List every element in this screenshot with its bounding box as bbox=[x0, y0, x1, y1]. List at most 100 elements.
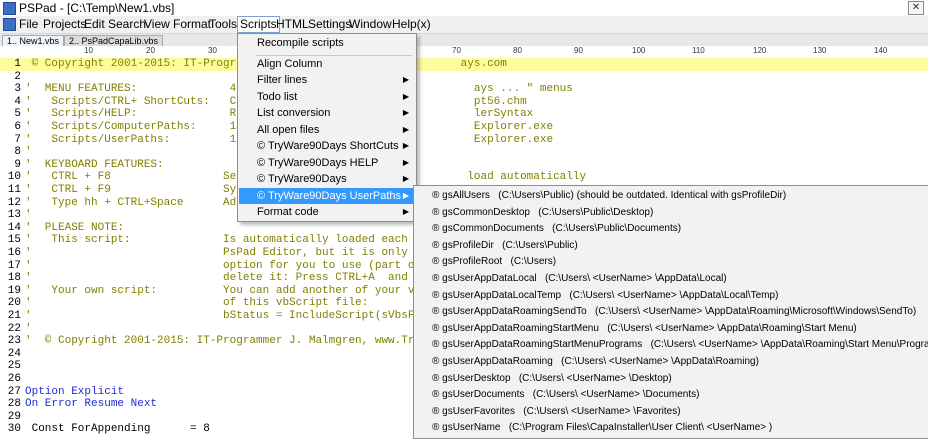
line-number: 16 bbox=[7, 247, 21, 259]
line-number: 13 bbox=[7, 209, 21, 222]
menu-item-label: Format code bbox=[257, 206, 319, 218]
line-number: 3 bbox=[14, 83, 21, 96]
line-number: 15 bbox=[7, 234, 21, 247]
menu-item-all-open-files[interactable]: All open files ▶ bbox=[239, 122, 415, 138]
ruler-mark: 110 bbox=[692, 46, 705, 55]
code-text: ' Your own script: You can add another o… bbox=[25, 284, 435, 297]
code-line[interactable]: 2 bbox=[0, 71, 928, 84]
code-line[interactable]: 3' MENU FEATURES: 4 di ays ... " menus bbox=[0, 83, 928, 96]
menu-item-label: List conversion bbox=[257, 107, 331, 119]
line-number: 23 bbox=[7, 335, 21, 348]
line-number: 17 bbox=[7, 259, 21, 272]
line-number: 22 bbox=[7, 322, 21, 335]
ruler-mark: 120 bbox=[753, 46, 767, 55]
code-line[interactable]: 9 ' KEYBOARD FEATURES: bbox=[0, 159, 928, 172]
menu-item-todo-list[interactable]: Todo list ▶ bbox=[239, 89, 415, 105]
userpath-menu-item[interactable]: ® gsUserAppDataRoamingStartMenuPrograms … bbox=[432, 337, 928, 353]
userpath-menu-item[interactable]: ® gsUserAppDataRoaming (C:\Users\ <UserN… bbox=[432, 354, 759, 370]
userpath-menu-item[interactable]: ® gsAllUsers (C:\Users\Public) (should b… bbox=[432, 188, 786, 204]
line-number: 24 bbox=[7, 347, 21, 360]
userpath-menu-item[interactable]: ® gsUserName (C:\Program Files\CapaInsta… bbox=[432, 420, 772, 436]
code-line[interactable]: 10' CTRL + F8 Sear load automatically bbox=[0, 171, 928, 184]
code-text: ' bStatus = IncludeScript(sVbsFile bbox=[25, 310, 435, 322]
line-number: 10 bbox=[7, 171, 21, 184]
userpath-menu-item[interactable]: ® gsCommonDocuments (C:\Users\Public\Doc… bbox=[432, 221, 681, 237]
submenu-arrow-icon: ▶ bbox=[402, 191, 409, 200]
line-number: 7 bbox=[14, 133, 21, 146]
code-text: Option Explicit bbox=[25, 385, 125, 398]
pspad-app-icon bbox=[3, 2, 16, 15]
code-text: ' © Copyright 2001-2015: IT-Programmer J… bbox=[25, 335, 448, 348]
code-line[interactable]: 7' Scripts/UserPaths: 15 p Explorer.exe bbox=[0, 134, 928, 147]
code-line[interactable]: 5' Scripts/HELP: Rele lerSyntax bbox=[0, 108, 928, 121]
code-text: ' of this vbScript file: bbox=[25, 297, 369, 310]
userpath-menu-item[interactable]: ® gsProfileDir (C:\Users\Public) bbox=[432, 238, 578, 254]
menu-bar: File Projects Edit Search View Format To… bbox=[0, 16, 928, 34]
line-number: 6 bbox=[14, 121, 21, 133]
code-line[interactable]: 1 © Copyright 2001-2015: IT-Progr ays.co… bbox=[0, 58, 928, 71]
submenu-arrow-icon: ▶ bbox=[402, 141, 409, 150]
line-number: 28 bbox=[7, 398, 21, 411]
menu-item-label: All open files bbox=[257, 124, 320, 136]
menu-file[interactable]: File bbox=[17, 17, 40, 32]
menu-item-tryware-shortcuts[interactable]: © TryWare90Days ShortCuts ▶ bbox=[239, 138, 415, 154]
menu-item-list-conversion[interactable]: List conversion ▶ bbox=[239, 105, 415, 121]
ruler-mark: 130 bbox=[813, 46, 827, 55]
menu-item-tryware-userpaths[interactable]: © TryWare90Days UserPaths ▶ bbox=[239, 188, 415, 204]
userpath-menu-item[interactable]: ® gsUserAppDataLocal (C:\Users\ <UserNam… bbox=[432, 271, 727, 287]
menu-item-format-code[interactable]: Format code ▶ bbox=[239, 204, 415, 220]
code-text: ' CTRL + F9 Synt bbox=[25, 184, 250, 196]
menu-item-label: Align Column bbox=[257, 58, 323, 70]
title-bar: PSPad - [C:\Temp\New1.vbs] ✕ bbox=[0, 0, 928, 16]
line-number: 21 bbox=[7, 310, 21, 322]
scripts-menu-dropdown: Recompile scripts Align Column Filter li… bbox=[237, 33, 417, 222]
code-text: ' delete it: Press CTRL+A and Del bbox=[25, 272, 435, 285]
code-text: ' bbox=[25, 146, 32, 159]
code-line[interactable]: 6' Scripts/ComputerPaths: 14 p Explorer.… bbox=[0, 121, 928, 134]
menu-tools[interactable]: Tools bbox=[207, 17, 239, 32]
code-text: ' bbox=[25, 322, 32, 335]
menu-window[interactable]: Window bbox=[347, 17, 394, 32]
menu-item-label: © TryWare90Days HELP bbox=[257, 157, 379, 169]
menu-view[interactable]: View bbox=[142, 17, 172, 32]
userpath-menu-item[interactable]: ® gsUserAppDataLocalTemp (C:\Users\ <Use… bbox=[432, 288, 778, 304]
ruler-mark: 80 bbox=[513, 46, 522, 55]
line-number: 5 bbox=[14, 108, 21, 121]
submenu-arrow-icon: ▶ bbox=[402, 125, 409, 134]
userpath-menu-item[interactable]: ® gsUserDocuments (C:\Users\ <UserName> … bbox=[432, 387, 699, 403]
code-text: ' PLEASE NOTE: bbox=[25, 221, 125, 234]
line-number: 19 bbox=[7, 284, 21, 297]
menu-item-align-column[interactable]: Align Column bbox=[239, 56, 415, 72]
menu-item-label: © TryWare90Days ShortCuts bbox=[257, 140, 399, 152]
code-line[interactable]: 4' Scripts/CTRL+ ShortCuts: Capa pt56.ch… bbox=[0, 96, 928, 109]
line-number: 2 bbox=[14, 70, 21, 83]
line-number: 11 bbox=[7, 184, 21, 196]
menu-item-label: Todo list bbox=[257, 91, 298, 103]
userpath-menu-item[interactable]: ® gsUserFavorites (C:\Users\ <UserName> … bbox=[432, 404, 681, 420]
ruler-mark: 100 bbox=[632, 46, 646, 55]
line-number: 30 bbox=[7, 423, 21, 436]
userpath-menu-item[interactable]: ® gsUserAppDataRoamingSendTo (C:\Users\ … bbox=[432, 304, 916, 320]
menu-item-filter-lines[interactable]: Filter lines ▶ bbox=[239, 72, 415, 88]
line-number: 14 bbox=[7, 221, 21, 234]
menu-item-tryware-help[interactable]: © TryWare90Days HELP ▶ bbox=[239, 155, 415, 171]
submenu-arrow-icon: ▶ bbox=[402, 92, 409, 101]
menu-help[interactable]: Help(x) bbox=[390, 17, 433, 32]
code-text: ' KEYBOARD FEATURES: bbox=[25, 158, 164, 171]
menu-item-recompile-scripts[interactable]: Recompile scripts bbox=[239, 35, 415, 51]
line-number: 20 bbox=[7, 297, 21, 310]
code-line[interactable]: 8 ' bbox=[0, 146, 928, 159]
menu-item-tryware-computerpaths[interactable]: © TryWare90Days ComputerPaths ▶ bbox=[239, 171, 415, 201]
close-button[interactable]: ✕ bbox=[908, 1, 924, 15]
userpath-menu-item[interactable]: ® gsProfileRoot (C:\Users) bbox=[432, 254, 556, 270]
menu-edit[interactable]: Edit bbox=[82, 17, 107, 32]
menu-item-label: Filter lines bbox=[257, 74, 308, 86]
userpath-menu-item[interactable]: ® gsUserAppDataRoamingStartMenu (C:\User… bbox=[432, 321, 857, 337]
ruler-mark: 10 bbox=[84, 46, 93, 55]
ruler-mark: 20 bbox=[146, 46, 155, 55]
line-number: 4 bbox=[14, 95, 21, 108]
submenu-arrow-icon: ▶ bbox=[402, 158, 409, 167]
userpath-menu-item[interactable]: ® gsUserDesktop (C:\Users\ <UserName> \D… bbox=[432, 371, 672, 387]
userpath-menu-item[interactable]: ® gsCommonDesktop (C:\Users\Public\Deskt… bbox=[432, 205, 653, 221]
line-number: 18 bbox=[7, 272, 21, 285]
